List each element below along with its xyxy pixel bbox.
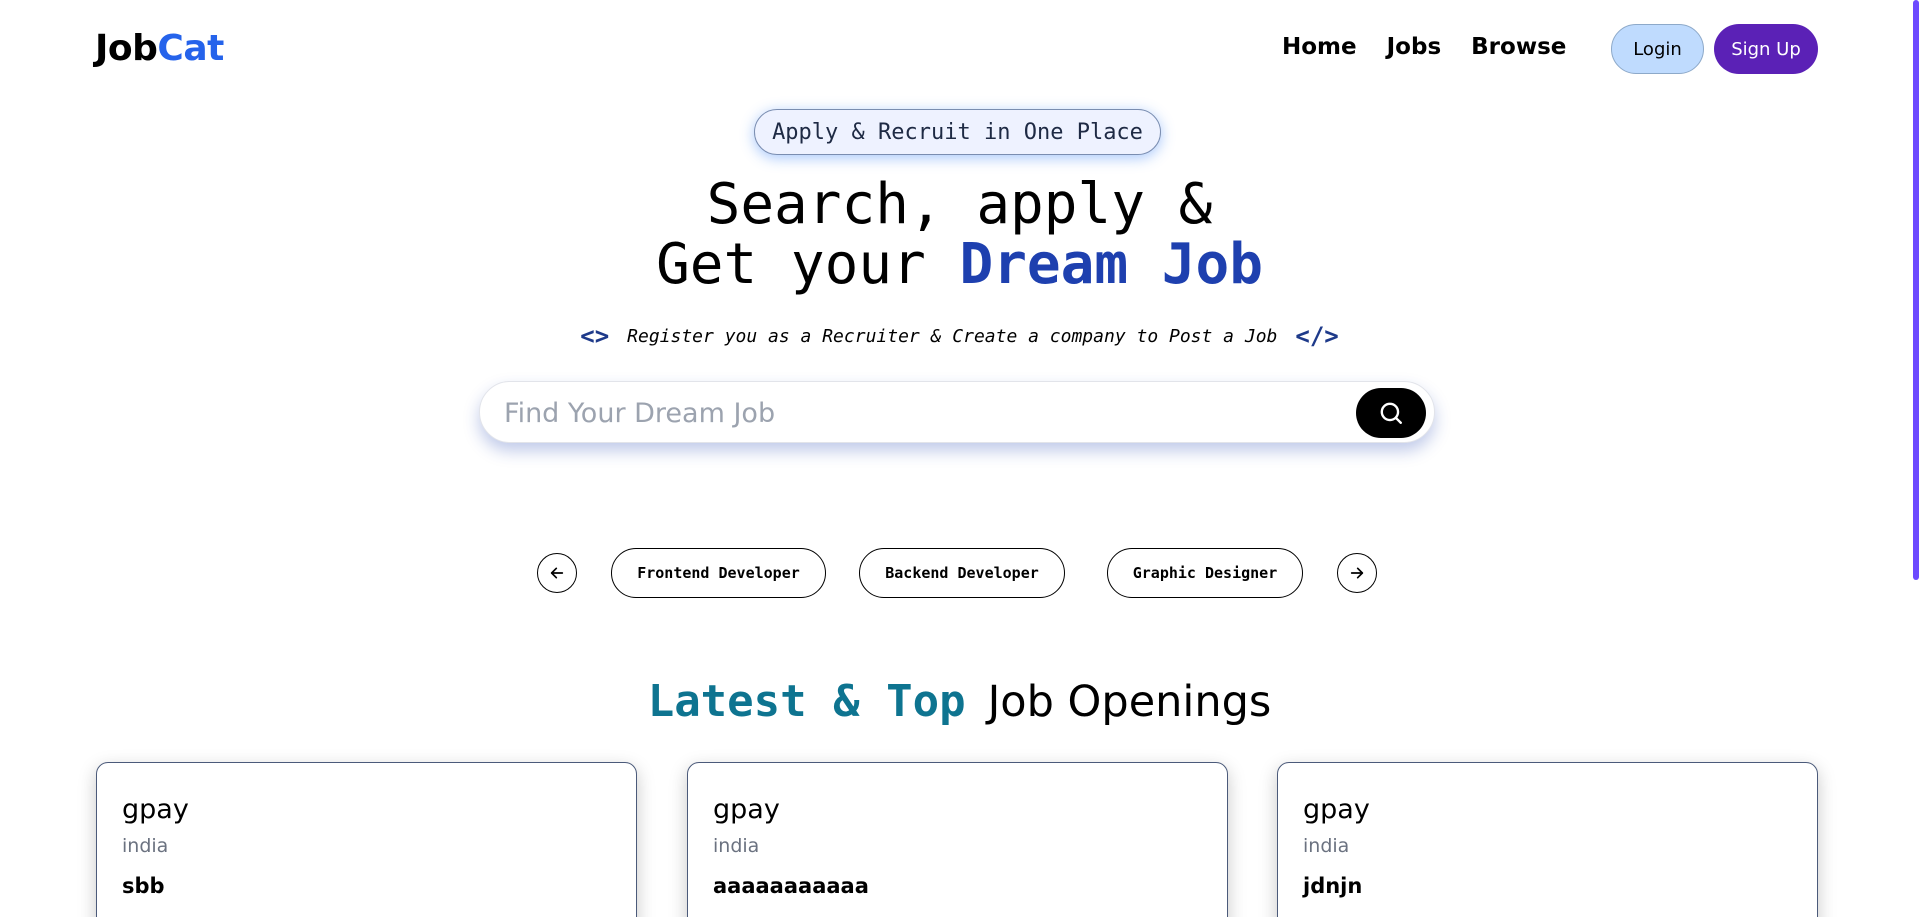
login-button[interactable]: Login [1611,24,1704,74]
logo-job-text: Job [95,28,158,69]
hero-title: Search, apply & Get your Dream Job [0,175,1919,295]
code-close-icon: </> [1295,322,1339,350]
section-title-main: Job Openings [987,677,1272,727]
nav-link-jobs[interactable]: Jobs [1387,34,1442,60]
job-card[interactable]: gpay india jdnjn [1277,762,1818,917]
hero-tagline: <> Register you as a Recruiter & Create … [0,322,1919,350]
category-chip-graphic[interactable]: Graphic Designer [1107,548,1303,598]
hero-title-line1: Search, apply & [706,172,1213,237]
job-company: gpay [1303,794,1370,825]
job-location: india [122,835,169,857]
navbar: JobCat Home Jobs Browse Login Sign Up [0,0,1919,100]
job-card[interactable]: gpay india sbb [96,762,637,917]
hero-badge: Apply & Recruit in One Place [754,109,1161,155]
hero-title-line2: Get your Dream Job [0,235,1919,295]
logo-cat-text: Cat [157,28,224,69]
hero-title-highlight: Dream Job [959,232,1263,297]
hero-title-prefix: Get your [656,232,960,297]
search-button[interactable] [1356,388,1426,438]
nav-link-browse[interactable]: Browse [1471,34,1566,60]
search-bar [479,381,1435,443]
carousel-next-button[interactable] [1337,553,1377,593]
signup-button[interactable]: Sign Up [1714,24,1818,74]
arrow-right-icon [1350,567,1364,579]
job-card[interactable]: gpay india aaaaaaaaaaa [687,762,1228,917]
search-input[interactable] [504,390,1304,436]
section-title-accent: Latest & Top [647,676,966,727]
nav-links: Home Jobs Browse [1282,34,1566,60]
code-open-icon: <> [580,322,610,350]
section-title: Latest & Top Job Openings [0,676,1919,727]
job-company: gpay [713,794,780,825]
category-chip-backend[interactable]: Backend Developer [859,548,1065,598]
job-title: sbb [122,874,165,898]
job-location: india [1303,835,1350,857]
carousel-prev-button[interactable] [537,553,577,593]
search-icon [1380,402,1402,424]
job-title: aaaaaaaaaaa [713,874,869,898]
job-location: india [713,835,760,857]
nav-link-home[interactable]: Home [1282,34,1357,60]
job-company: gpay [122,794,189,825]
job-title: jdnjn [1303,874,1363,898]
tagline-text: Register you as a Recruiter & Create a c… [627,325,1278,347]
logo[interactable]: JobCat [95,28,224,69]
category-chip-frontend[interactable]: Frontend Developer [611,548,826,598]
arrow-left-icon [550,567,564,579]
